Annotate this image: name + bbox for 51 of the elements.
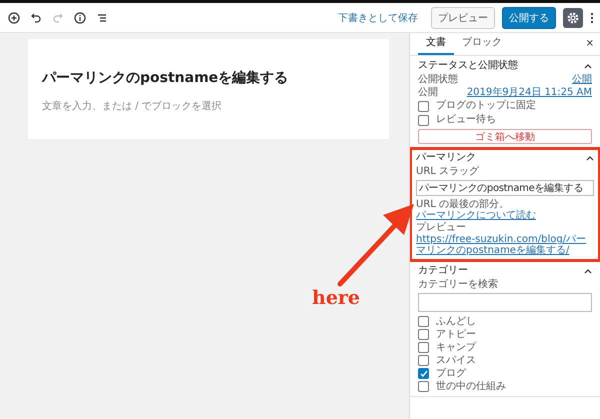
info-icon[interactable] [74, 12, 86, 24]
checkbox-label: ブログ [436, 368, 466, 380]
url-slug-field[interactable]: パーマリンクのpostnameを編集する [416, 180, 594, 196]
checkbox-label: アトピー [436, 328, 476, 340]
field-label: 公開状態 [418, 74, 458, 86]
help-link[interactable]: パーマリンクについて読む [416, 210, 536, 221]
outline-icon[interactable] [96, 12, 108, 24]
field-label: URL スラッグ [416, 166, 480, 178]
chevron-icon[interactable] [584, 63, 592, 69]
chevron-icon[interactable] [586, 155, 594, 161]
save-draft-link[interactable]: 下書きとして保存 [338, 10, 418, 24]
preview-button[interactable]: プレビュー [431, 6, 495, 28]
field-value-link[interactable]: 公開 [572, 74, 592, 86]
panel-heading[interactable]: カテゴリー [418, 265, 468, 277]
checkbox-label: レビュー待ち [436, 114, 496, 126]
help-text: URL の最後の部分。 パーマリンクについて読む [416, 199, 537, 221]
preview-url-link[interactable]: https://free-suzukin.com/blog/パーマリンクのpostnameを編集する/ [416, 234, 594, 256]
field-label: 公開 [418, 86, 438, 98]
more-options-icon[interactable] [590, 12, 594, 24]
annotation-label: here [312, 287, 360, 309]
checkbox[interactable] [418, 100, 429, 112]
add-block-icon[interactable] [8, 12, 20, 24]
gear-icon [567, 12, 579, 24]
checkbox[interactable] [418, 368, 429, 379]
field-label: プレビュー [416, 222, 467, 234]
trash-button[interactable]: ゴミ箱へ移動 [418, 129, 592, 144]
checkbox-label: スパイス [436, 354, 476, 366]
checkbox[interactable] [418, 342, 429, 353]
post-title[interactable]: パーマリンクのpostnameを編集する [42, 69, 375, 87]
category-search-field[interactable] [418, 293, 592, 312]
close-sidebar-button[interactable]: × [586, 33, 594, 55]
checkbox-label: ブログのトップに固定 [436, 100, 536, 112]
checkbox-label: キャンプ [436, 342, 476, 354]
chevron-icon[interactable] [584, 268, 592, 274]
panel-heading[interactable]: パーマリンク [416, 152, 476, 164]
sidebar-tab[interactable]: 文書 [418, 33, 454, 55]
checkbox[interactable] [418, 316, 429, 327]
settings-button[interactable] [563, 8, 583, 28]
field-value-link[interactable]: 2019年9月24日 11:25 AM [466, 86, 592, 98]
checkbox[interactable] [418, 114, 429, 126]
publish-button[interactable]: 公開する [502, 6, 556, 28]
checkbox[interactable] [418, 381, 429, 392]
panel-heading[interactable]: ステータスと公開状態 [418, 60, 518, 72]
checkbox-label: 世の中の仕組み [436, 380, 506, 392]
checkbox-label: ふんどし [436, 316, 476, 328]
checkbox[interactable] [418, 329, 429, 340]
paragraph-placeholder[interactable]: 文章を入力、または / でブロックを選択 [42, 99, 375, 113]
checkbox[interactable] [418, 355, 429, 366]
sidebar-tab[interactable]: ブロック [454, 33, 510, 55]
field-label: カテゴリーを検索 [418, 279, 499, 291]
undo-icon[interactable] [30, 12, 42, 24]
